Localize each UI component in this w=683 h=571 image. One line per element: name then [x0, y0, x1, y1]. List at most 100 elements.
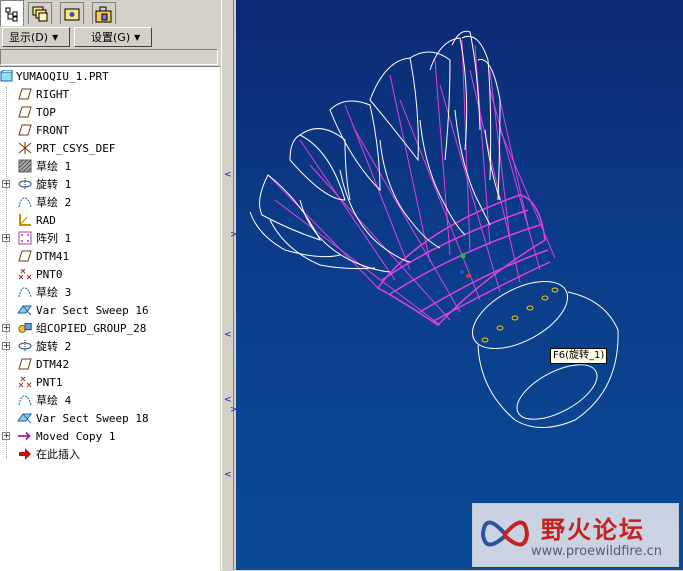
- tree-item[interactable]: 草绘 3: [0, 283, 220, 301]
- settings-menu-button[interactable]: 设置(G) ▼: [74, 27, 152, 47]
- feature-callout: F6(旋转_1): [550, 348, 608, 364]
- tree-item[interactable]: + 组COPIED_GROUP_28: [0, 319, 220, 337]
- settings-menu-label: 设置(G): [91, 31, 131, 44]
- folder-browser-icon: [95, 6, 112, 22]
- datum-axis-icon: [17, 212, 33, 228]
- favorites-icon: [64, 8, 80, 20]
- tree-item-label: 草绘 2: [36, 196, 72, 209]
- csys-marker-icon: [460, 253, 466, 259]
- feather-ribs: [267, 39, 556, 326]
- tree-item[interactable]: Var Sect Sweep 18: [0, 409, 220, 427]
- tree-root[interactable]: YUMAOQIU_1.PRT: [0, 67, 220, 85]
- tree-item[interactable]: 草绘 2: [0, 193, 220, 211]
- datum-point-icon: [17, 266, 33, 282]
- dropdown-arrow-icon: ▼: [134, 32, 141, 42]
- collapse-left-arrow-icon[interactable]: <: [224, 470, 232, 480]
- sketch-curve-icon: [17, 392, 33, 408]
- tree-item[interactable]: RIGHT: [0, 85, 220, 103]
- tree-item-label: DTM42: [36, 357, 70, 371]
- tree-item[interactable]: DTM41: [0, 247, 220, 265]
- tab-layers[interactable]: [28, 2, 52, 24]
- tree-item[interactable]: + 阵列 1: [0, 229, 220, 247]
- tree-column-header: [0, 49, 218, 65]
- csys-marker-icon: [460, 270, 464, 274]
- revolve-icon: [17, 176, 33, 192]
- tree-item-label: DTM41: [36, 249, 70, 263]
- pattern-icon: [17, 230, 33, 246]
- expand-plus-icon[interactable]: +: [2, 234, 10, 242]
- datum-plane-icon: [17, 356, 33, 372]
- shuttlecock-model: [249, 30, 619, 428]
- tree-item-label: 组COPIED_GROUP_28: [36, 322, 147, 335]
- tree-item[interactable]: + 旋转 1: [0, 175, 220, 193]
- tree-menubar: 显示(D) ▼ 设置(G) ▼: [0, 26, 220, 48]
- base-band-points: [481, 287, 559, 343]
- moved-copy-icon: [17, 428, 33, 444]
- tab-favorites[interactable]: [60, 2, 84, 24]
- part-icon: [0, 70, 13, 82]
- tree-item[interactable]: TOP: [0, 103, 220, 121]
- tree-item[interactable]: 草绘 1: [0, 157, 220, 175]
- expand-plus-icon[interactable]: +: [2, 432, 10, 440]
- datum-plane-icon: [17, 248, 33, 264]
- expand-plus-icon[interactable]: +: [2, 342, 10, 350]
- tree-item-label: RIGHT: [36, 87, 70, 101]
- tree-item-label: 草绘 4: [36, 394, 72, 407]
- tree-item-label: PNT1: [36, 375, 63, 389]
- collapse-left-arrow-icon[interactable]: <: [224, 330, 232, 340]
- show-menu-label: 显示(D): [9, 31, 49, 44]
- tree-item-label: TOP: [36, 105, 56, 119]
- tree-item-label: 旋转 1: [36, 178, 72, 191]
- tree-item[interactable]: 草绘 4: [0, 391, 220, 409]
- tree-item[interactable]: DTM42: [0, 355, 220, 373]
- model-tree-icon: [5, 7, 18, 21]
- layers-icon: [32, 6, 48, 21]
- expand-plus-icon[interactable]: +: [2, 324, 10, 332]
- tree-item-label: RAD: [36, 213, 56, 227]
- tree-item[interactable]: FRONT: [0, 121, 220, 139]
- tree-item[interactable]: PRT_CSYS_DEF: [0, 139, 220, 157]
- panel-splitter[interactable]: < > < < > <: [221, 0, 238, 570]
- tree-item[interactable]: 在此插入: [0, 445, 220, 463]
- tree-item-label: FRONT: [36, 123, 70, 137]
- collapse-left-arrow-icon[interactable]: <: [224, 395, 232, 405]
- revolve-icon: [17, 338, 33, 354]
- watermark-logo: [480, 520, 530, 547]
- datum-plane-icon: [17, 122, 33, 138]
- csys-marker-icon: [466, 274, 470, 278]
- tab-model-tree[interactable]: [0, 0, 24, 26]
- tree-item[interactable]: + Moved Copy 1: [0, 427, 220, 445]
- tree-item-label: 草绘 3: [36, 286, 72, 299]
- tree-item-label: 阵列 1: [36, 232, 72, 245]
- graphics-viewport[interactable]: [236, 0, 683, 570]
- watermark: 野火论坛 www.proewildfire.cn: [472, 503, 679, 567]
- show-menu-button[interactable]: 显示(D) ▼: [2, 27, 70, 47]
- tree-item-label: Moved Copy 1: [36, 429, 116, 443]
- watermark-title: 野火论坛: [541, 516, 645, 544]
- sketch-hatch-icon: [17, 158, 33, 174]
- tree-item-label: 草绘 1: [36, 160, 72, 173]
- sketch-curve-icon: [17, 194, 33, 210]
- tree-item-label: PNT0: [36, 267, 63, 281]
- datum-plane-icon: [17, 104, 33, 120]
- collapse-left-arrow-icon[interactable]: <: [224, 170, 232, 180]
- tree-item[interactable]: PNT1: [0, 373, 220, 391]
- var-sweep-icon: [17, 410, 33, 426]
- tree-item-label: 旋转 2: [36, 340, 72, 353]
- tree-item-label: 在此插入: [36, 448, 80, 461]
- dropdown-arrow-icon: ▼: [52, 32, 59, 42]
- var-sweep-icon: [17, 302, 33, 318]
- tree-item-label: PRT_CSYS_DEF: [36, 141, 116, 155]
- tree-item[interactable]: PNT0: [0, 265, 220, 283]
- tree-item[interactable]: + 旋转 2: [0, 337, 220, 355]
- tree-item-label: Var Sect Sweep 18: [36, 411, 149, 425]
- tab-folder-browser[interactable]: [92, 2, 116, 24]
- datum-point-icon: [17, 374, 33, 390]
- tree-item[interactable]: RAD: [0, 211, 220, 229]
- tree-item[interactable]: Var Sect Sweep 16: [0, 301, 220, 319]
- tree-root-label: YUMAOQIU_1.PRT: [16, 69, 109, 83]
- tree-item-label: Var Sect Sweep 16: [36, 303, 149, 317]
- expand-plus-icon[interactable]: +: [2, 180, 10, 188]
- insert-here-arrow-icon: [17, 446, 33, 462]
- model-tree-panel: 显示(D) ▼ 设置(G) ▼ YUMAOQIU_1.PRT RIGHT TOP F…: [0, 0, 234, 571]
